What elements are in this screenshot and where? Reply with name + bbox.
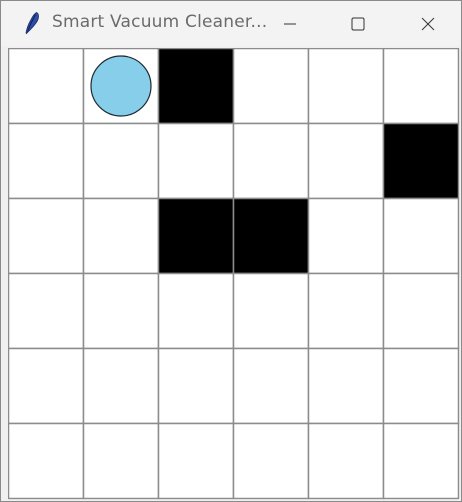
close-icon bbox=[421, 17, 435, 30]
minimize-button[interactable] bbox=[255, 1, 325, 46]
grid-cell bbox=[232, 272, 310, 350]
grid-cell bbox=[82, 122, 160, 200]
grid-cell bbox=[382, 48, 460, 125]
grid-cell bbox=[307, 122, 385, 200]
grid-cell bbox=[382, 422, 460, 500]
title-bar[interactable]: Smart Vacuum Cleaner... bbox=[1, 1, 461, 46]
grid-cell bbox=[8, 272, 85, 350]
grid-cell bbox=[307, 347, 385, 425]
obstacle-cell bbox=[232, 197, 310, 275]
grid-cell bbox=[82, 197, 160, 275]
minimize-icon bbox=[284, 23, 296, 24]
grid-cell bbox=[8, 48, 85, 125]
grid-cell bbox=[307, 272, 385, 350]
grid-cell bbox=[232, 48, 310, 125]
close-button[interactable] bbox=[393, 1, 462, 46]
grid-cell bbox=[8, 122, 85, 200]
grid-cell bbox=[307, 197, 385, 275]
window-title: Smart Vacuum Cleaner... bbox=[52, 12, 268, 32]
vacuum-robot bbox=[90, 55, 152, 117]
grid-cell bbox=[232, 122, 310, 200]
obstacle-cell bbox=[157, 48, 235, 125]
maximize-icon bbox=[351, 17, 365, 30]
grid-cell bbox=[8, 422, 85, 500]
grid-cell bbox=[382, 197, 460, 275]
grid-cell bbox=[82, 272, 160, 350]
grid-cell bbox=[157, 422, 235, 500]
grid-cell bbox=[82, 422, 160, 500]
grid-cell bbox=[232, 347, 310, 425]
obstacle-cell bbox=[382, 122, 460, 200]
grid-cell bbox=[382, 347, 460, 425]
grid-cell bbox=[157, 347, 235, 425]
grid-cell bbox=[232, 422, 310, 500]
maximize-button[interactable] bbox=[323, 1, 393, 46]
obstacle-cell bbox=[157, 197, 235, 275]
grid-cell bbox=[157, 122, 235, 200]
grid-cell bbox=[82, 347, 160, 425]
grid-cell bbox=[157, 272, 235, 350]
grid-cell bbox=[307, 422, 385, 500]
grid-cell bbox=[8, 197, 85, 275]
grid-canvas[interactable] bbox=[8, 48, 460, 500]
feather-icon bbox=[25, 12, 39, 35]
app-window: Smart Vacuum Cleaner... bbox=[0, 0, 462, 502]
grid-cell bbox=[382, 272, 460, 350]
grid-cell bbox=[8, 347, 85, 425]
grid-svg bbox=[8, 48, 460, 500]
grid-cell bbox=[307, 48, 385, 125]
